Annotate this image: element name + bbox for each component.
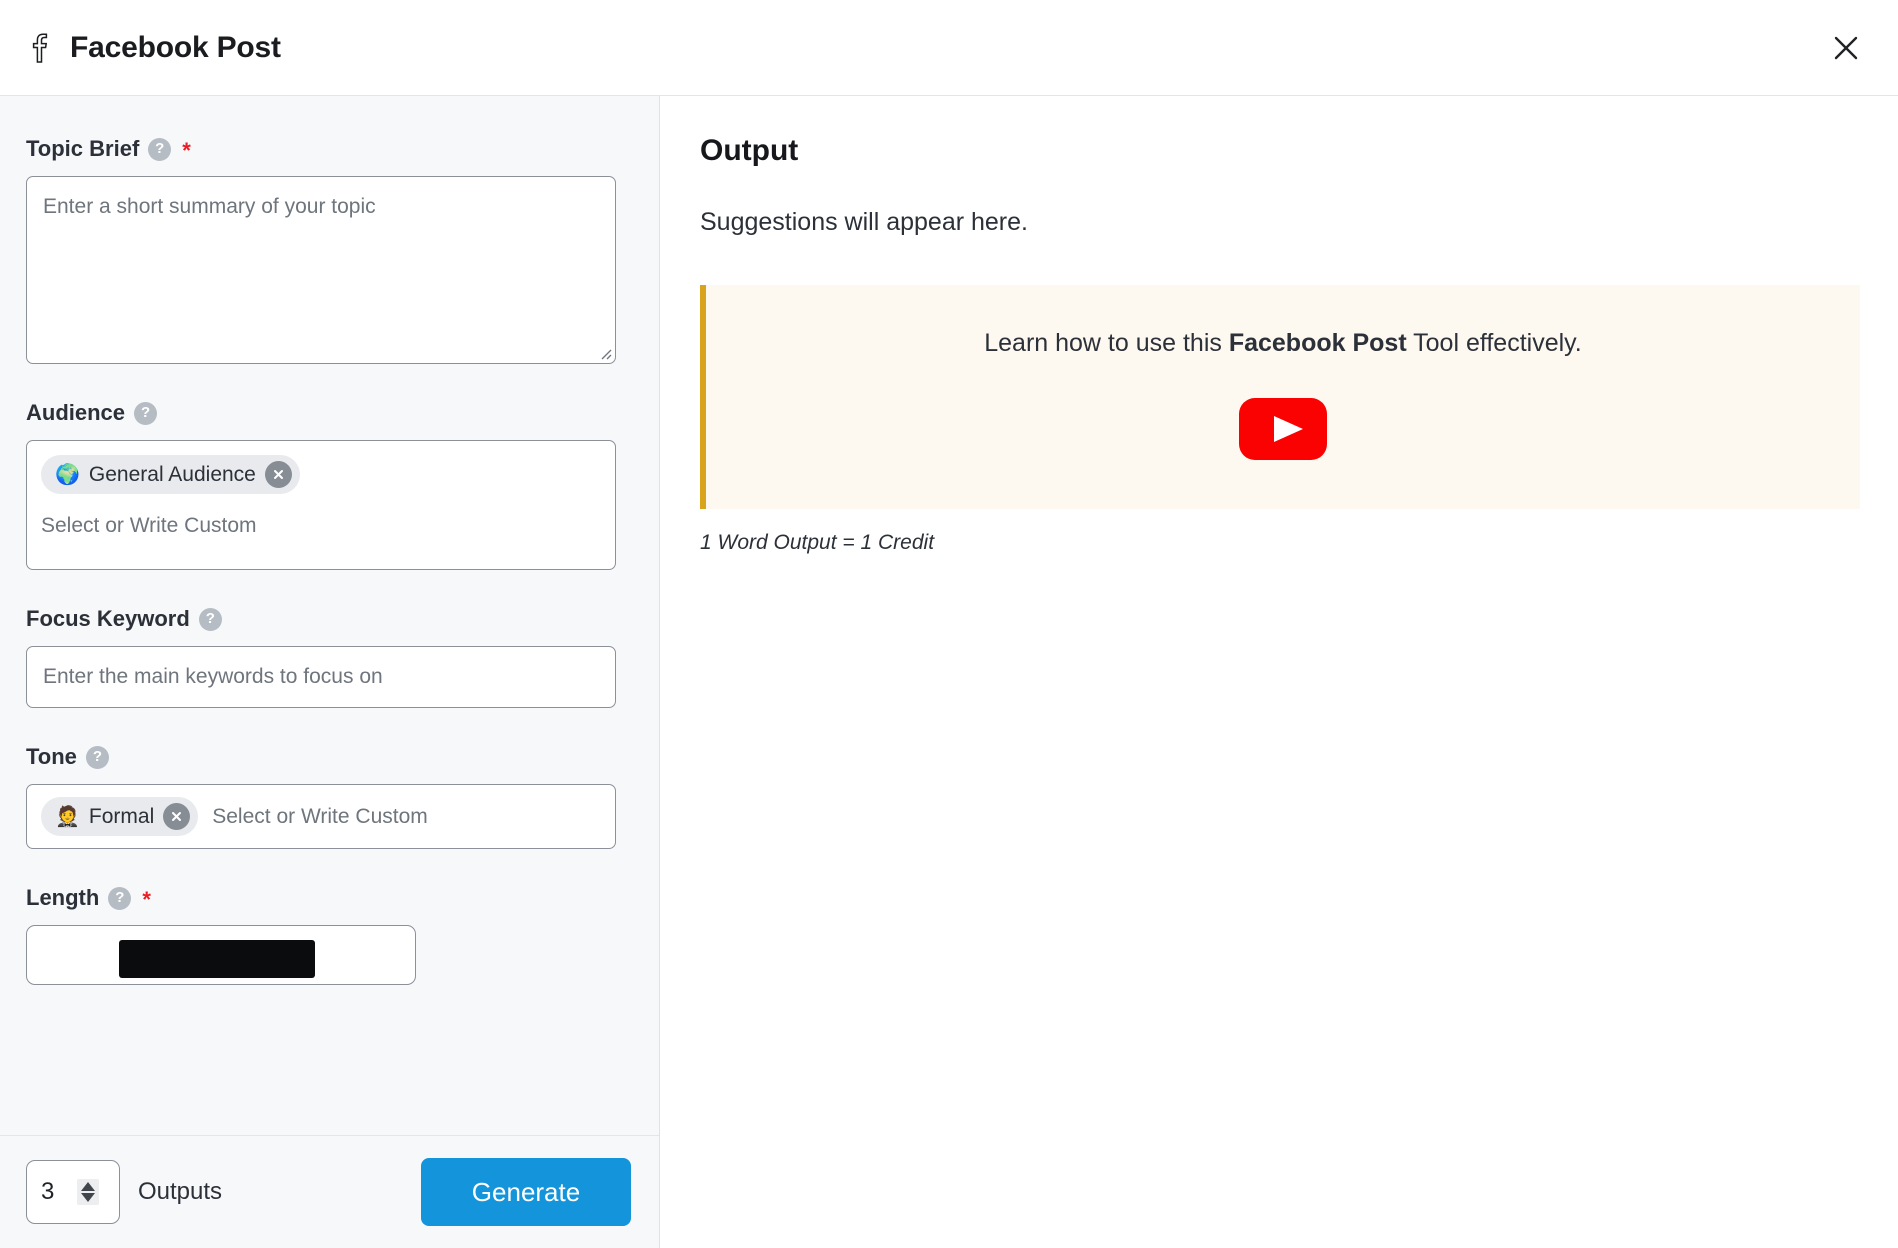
topic-brief-input[interactable]	[26, 176, 616, 364]
outputs-label: Outputs	[138, 1178, 223, 1205]
modal-header: Facebook Post	[0, 0, 1898, 96]
tutorial-banner: Learn how to use this Facebook Post Tool…	[700, 285, 1860, 509]
chevron-down-icon[interactable]	[81, 1193, 95, 1202]
tone-chip-label: Formal	[88, 804, 155, 828]
topic-brief-textarea-wrap	[26, 176, 616, 364]
form-panel: Topic Brief ? * Enter a short summary of…	[0, 96, 660, 1248]
length-selected-indicator	[119, 940, 315, 978]
field-length: Length ? *	[26, 885, 631, 985]
form-footer: Outputs Generate	[0, 1135, 659, 1248]
tone-multiselect[interactable]: 🤵 Formal Select or Write Custom	[26, 784, 616, 849]
form-scroll-area[interactable]: Topic Brief ? * Enter a short summary of…	[0, 96, 659, 1135]
tone-input-placeholder[interactable]: Select or Write Custom	[212, 805, 428, 829]
audience-label-row: Audience ?	[26, 400, 631, 426]
person-in-tuxedo-icon: 🤵	[55, 805, 80, 828]
topic-brief-label-row: Topic Brief ? *	[26, 136, 631, 162]
length-select[interactable]	[26, 925, 416, 985]
credit-note: 1 Word Output = 1 Credit	[700, 531, 935, 554]
audience-chip-label: General Audience	[88, 462, 256, 486]
tutorial-text-highlight: Facebook Post	[1228, 329, 1407, 357]
help-circle-icon[interactable]: ?	[85, 745, 109, 769]
field-audience: Audience ? 🌍 General Audience Select or …	[26, 400, 631, 570]
help-circle-icon[interactable]: ?	[134, 401, 158, 425]
length-label-row: Length ? *	[26, 885, 631, 911]
tutorial-text-suffix: Tool effectively.	[1406, 329, 1582, 357]
globe-icon: 🌍	[55, 463, 80, 486]
field-tone: Tone ? 🤵 Formal Select or Write Custom	[26, 744, 631, 849]
facebook-post-modal: Facebook Post Topic Brief ? * Enter a sh…	[0, 0, 1898, 1248]
close-icon[interactable]	[1824, 26, 1868, 70]
required-asterisk: *	[142, 886, 151, 912]
chip-remove-icon[interactable]	[264, 461, 292, 488]
header-left-group: Facebook Post	[24, 30, 281, 66]
chevron-up-icon[interactable]	[81, 1182, 95, 1191]
focus-keyword-label-row: Focus Keyword ?	[26, 606, 631, 632]
help-circle-icon[interactable]: ?	[198, 607, 222, 631]
audience-input-placeholder[interactable]: Select or Write Custom	[41, 514, 601, 538]
generate-button[interactable]: Generate	[421, 1158, 631, 1226]
youtube-play-icon[interactable]	[1239, 398, 1327, 460]
audience-multiselect[interactable]: 🌍 General Audience Select or Write Custo…	[26, 440, 616, 570]
tone-chip: 🤵 Formal	[41, 797, 199, 836]
help-circle-icon[interactable]: ?	[148, 137, 172, 161]
page-title: Facebook Post	[70, 30, 281, 64]
field-focus-keyword: Focus Keyword ?	[26, 606, 631, 708]
tutorial-text: Learn how to use this Facebook Post Tool…	[726, 329, 1840, 358]
output-panel: Output Suggestions will appear here. Lea…	[660, 96, 1898, 1248]
length-label: Length	[26, 885, 100, 910]
facebook-f-icon	[24, 30, 54, 66]
stepper-arrows[interactable]	[77, 1179, 99, 1205]
chip-remove-icon[interactable]	[163, 803, 191, 830]
outputs-stepper[interactable]	[26, 1160, 120, 1224]
audience-chip: 🌍 General Audience	[41, 455, 300, 494]
output-empty-message: Suggestions will appear here.	[700, 208, 1028, 236]
focus-keyword-input[interactable]	[26, 646, 616, 708]
field-topic-brief: Topic Brief ? *	[26, 136, 631, 364]
tone-label-row: Tone ?	[26, 744, 631, 770]
focus-keyword-label: Focus Keyword	[26, 606, 190, 631]
tone-label: Tone	[26, 744, 77, 769]
audience-label: Audience	[26, 400, 126, 425]
output-title: Output	[700, 134, 799, 167]
tutorial-text-prefix: Learn how to use this	[984, 329, 1229, 357]
help-circle-icon[interactable]: ?	[108, 886, 132, 910]
topic-brief-label: Topic Brief	[26, 136, 140, 161]
modal-body: Topic Brief ? * Enter a short summary of…	[0, 96, 1898, 1248]
outputs-count-input[interactable]	[41, 1178, 71, 1206]
required-asterisk: *	[182, 137, 191, 163]
